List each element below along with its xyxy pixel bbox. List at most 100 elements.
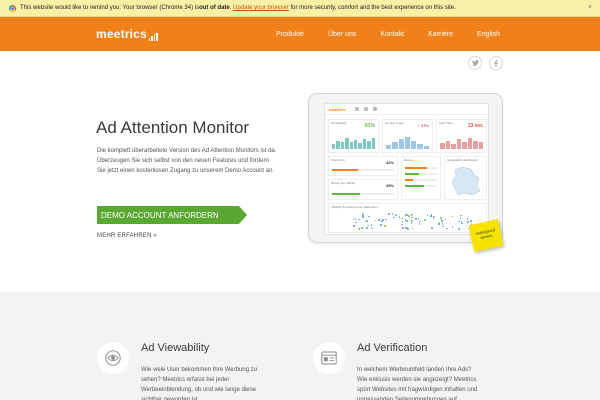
scatter-dot [354,218,357,220]
scatter-dot [367,224,369,227]
mehr-erfahren-link[interactable]: MEHR ERFAHREN » [97,233,157,239]
scatter-dot [393,216,395,219]
scatter-dot [470,220,472,222]
scatter-dot [460,222,463,225]
redesigned-version-sticker: redesigned version [468,219,504,252]
widget-device: Device [401,156,441,200]
nav-item-kontakt[interactable]: Kontakt [380,31,404,38]
scatter-dot [418,223,421,226]
nav-item-english[interactable]: English [477,31,500,38]
scatter-dot [410,221,413,224]
scatter-dot [358,228,360,230]
hero-title: Ad Attention Monitor [96,118,250,137]
scatter-dot [362,216,364,218]
widget-fixed: Fixed (1X) 42% [328,156,398,176]
scatter-dot [401,220,404,223]
scatter-dot [371,227,373,230]
scatter-dot [402,227,404,229]
chrome-icon [9,4,16,12]
scatter-dot [398,215,401,218]
map-germany-icon [451,166,481,196]
scatter-dot [391,213,394,216]
scatter-dot [415,218,417,220]
scatter-dot [408,215,410,217]
browser-window-icon [313,342,345,374]
hero-text: Die komplett überarbeitete Version des A… [97,148,277,174]
scatter-dot [406,220,408,222]
scatter-dot [432,217,435,220]
scatter-dot [405,227,407,229]
features-section: Ad Viewability Wie viele User bekommen I… [0,292,600,400]
scatter-dot [441,223,444,225]
scatter-dot [395,214,397,216]
eye-icon [97,342,129,374]
widget-gender-age: Gender & Age ♀ 37% [382,119,433,153]
scatter-dot [411,227,414,230]
scatter-dot [365,220,367,223]
social-links [468,56,503,70]
widget-ad-visibility: Ad Visibility 81% [328,119,379,153]
scatter-dot [361,227,364,230]
dashboard-screenshot: meetrics Ad Visibility 81% Gender & Age … [324,103,489,235]
scatter-dot [401,223,404,226]
scatter-dot [368,215,370,218]
widget-target-affinity: Target your affinity 45% [328,179,398,200]
scatter-dot [426,214,429,216]
scatter-dot [353,225,355,227]
scatter-dot [379,224,382,227]
scatter-dot [410,214,413,216]
scatter-dot [431,226,433,229]
scatter-dot [440,220,443,222]
scatter-dot [384,225,387,227]
logo-bars-icon [148,33,158,41]
site-header: meetrics Produkte Über uns Kontakt Karri… [0,17,600,51]
scatter-dot [378,219,381,221]
close-icon[interactable]: × [588,4,592,12]
scatter-dot [466,218,469,220]
scatter-dot [451,215,454,218]
scatter-dot [460,214,462,217]
scatter-dot [442,225,444,228]
nav-item-ueber-uns[interactable]: Über uns [328,31,356,38]
nav-item-produkte[interactable]: Produkte [276,31,304,38]
scatter-dot [438,222,441,224]
scatter-dot [467,221,469,223]
update-browser-link[interactable]: Update your browser [233,5,289,11]
scatter-dot [401,217,403,220]
scatter-dot [388,213,391,216]
feature-title-verification: Ad Verification [357,342,428,354]
notice-bold: out of date [199,5,230,11]
scatter-dot [407,228,409,231]
site-logo[interactable]: meetrics [96,27,158,41]
scatter-dot [374,219,377,222]
feature-text-viewability: Wie viele User bekommen Ihre Werbung zu … [141,367,257,400]
scatter-dot [366,220,369,222]
notice-text-before: This website would like to remind you: Y… [20,5,200,11]
feature-title-viewability: Ad Viewability [141,342,210,354]
scatter-dot [446,227,449,230]
scatter-dot [444,218,447,221]
notice-text-after: for more security, comfort and the best … [288,5,456,11]
scatter-dot [355,221,358,224]
dashboard-logo: meetrics [329,106,346,112]
scatter-plot [332,211,483,231]
logo-text: meetrics [96,27,147,41]
scatter-dot [424,219,426,222]
scatter-dot [458,220,460,223]
nav-item-karriere[interactable]: Karriere [428,31,453,38]
scatter-dot [366,227,369,229]
scatter-dot [419,220,421,223]
feature-text-verification: In welchem Werbeumfeld landen Ihre Ads? … [357,367,478,400]
scatter-dot [417,218,420,220]
scatter-dot [465,225,468,228]
widget-view-time: View Time 13 sec [436,119,487,153]
scatter-dot [411,220,414,222]
scatter-dot [411,216,413,219]
scatter-dot [358,218,360,221]
scatter-dot [385,218,387,221]
demo-account-button[interactable]: DEMO ACCOUNT ANFORDERN [97,206,247,224]
twitter-icon[interactable] [468,56,482,70]
scatter-dot [451,226,454,229]
widget-geographic-distribution: Geographic distribution [444,156,487,200]
facebook-icon[interactable] [489,56,503,70]
